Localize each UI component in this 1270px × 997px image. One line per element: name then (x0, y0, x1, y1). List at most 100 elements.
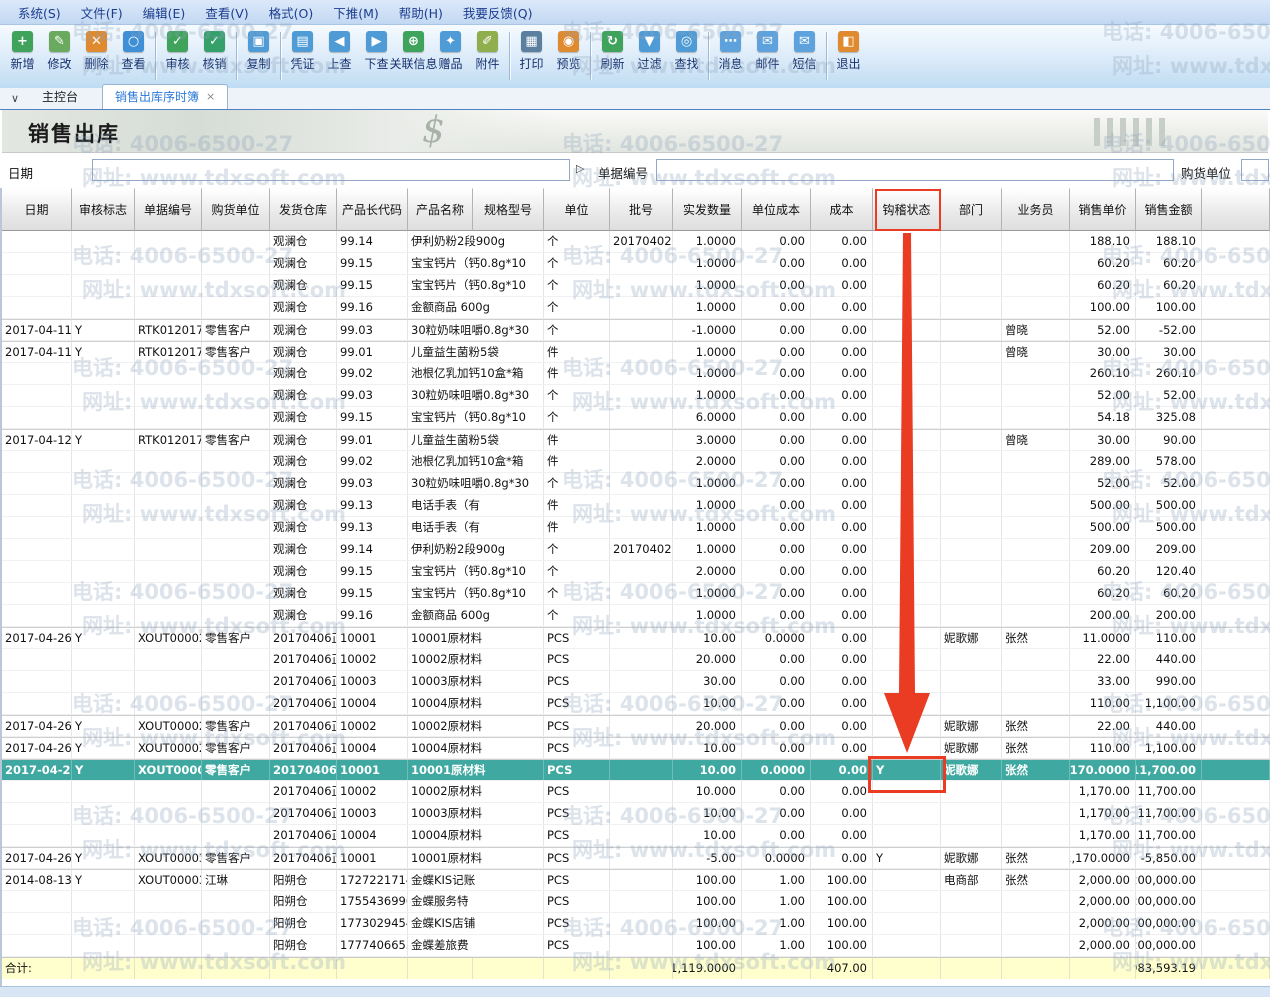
table-cell[interactable]: 500.00 (1136, 517, 1202, 538)
table-cell[interactable] (2, 517, 72, 538)
table-cell[interactable]: 观澜仓 (270, 561, 337, 582)
table-cell[interactable] (2, 649, 72, 670)
table-cell[interactable]: 张然 (1002, 760, 1070, 780)
table-cell[interactable]: 零售客户 (202, 320, 270, 340)
table-cell[interactable] (202, 649, 270, 670)
table-cell[interactable] (202, 253, 270, 274)
table-cell[interactable] (873, 716, 941, 736)
column-header[interactable]: 单据编号 (135, 188, 202, 231)
table-cell[interactable]: 2.0000 (673, 561, 742, 582)
table-cell[interactable]: 100.00 (673, 870, 742, 890)
table-cell[interactable] (1202, 803, 1270, 824)
table-cell[interactable] (1202, 605, 1270, 626)
table-cell[interactable]: 20170406正品 (270, 738, 337, 758)
table-cell[interactable]: 11.0000 (1070, 628, 1136, 648)
table-cell[interactable] (941, 891, 1002, 912)
table-cell[interactable]: 1.00 (742, 935, 811, 956)
table-cell[interactable]: 99.13 (337, 517, 408, 538)
table-cell[interactable] (473, 671, 544, 692)
table-cell[interactable]: 观澜仓 (270, 605, 337, 626)
table-cell[interactable] (135, 561, 202, 582)
table-cell[interactable]: 10004原材料 (408, 825, 473, 846)
table-cell[interactable] (135, 275, 202, 296)
table-cell[interactable]: 个 (544, 297, 610, 318)
table-cell[interactable]: 2017-04-11 (2, 342, 72, 362)
table-cell[interactable]: 电话手表（有 (408, 517, 473, 538)
table-cell[interactable]: 观澜仓 (270, 473, 337, 494)
table-cell[interactable]: XOUT000027 (135, 628, 202, 648)
table-cell[interactable]: 2,000.00 (1070, 870, 1136, 890)
menu-item[interactable]: 我要反馈(Q) (453, 1, 543, 24)
table-cell[interactable]: PCS (544, 716, 610, 736)
table-cell[interactable] (473, 825, 544, 846)
table-cell[interactable] (873, 738, 941, 758)
table-cell[interactable] (2, 451, 72, 472)
table-cell[interactable] (72, 803, 135, 824)
exit-button[interactable]: ◧退出 (830, 29, 867, 72)
table-cell[interactable] (135, 473, 202, 494)
table-cell[interactable]: 60.20 (1070, 253, 1136, 274)
table-cell[interactable]: 440.00 (1136, 649, 1202, 670)
table-cell[interactable]: 99.15 (337, 275, 408, 296)
table-cell[interactable] (1002, 385, 1070, 406)
column-header[interactable]: 部门 (941, 188, 1002, 231)
table-cell[interactable]: 20170406正品 (270, 649, 337, 670)
table-cell[interactable]: 0.00 (742, 671, 811, 692)
table-cell[interactable] (2, 407, 72, 428)
table-cell[interactable] (473, 693, 544, 714)
table-cell[interactable] (610, 649, 673, 670)
table-cell[interactable]: 观澜仓 (270, 430, 337, 450)
table-cell[interactable]: 电话手表（有 (408, 495, 473, 516)
table-cell[interactable]: 200,000.00 (1136, 913, 1202, 934)
table-cell[interactable]: 宝宝钙片（钙0.8g*10 (408, 583, 473, 604)
table-cell[interactable] (473, 781, 544, 802)
table-cell[interactable]: Y (72, 342, 135, 362)
table-cell[interactable] (1002, 561, 1070, 582)
table-cell[interactable] (1202, 407, 1270, 428)
table-cell[interactable]: 零售客户 (202, 430, 270, 450)
table-cell[interactable]: 个 (544, 275, 610, 296)
table-cell[interactable]: RTK01201704 (135, 320, 202, 340)
writeoff-check-button[interactable]: ✓核销 (196, 29, 233, 72)
table-cell[interactable]: 1.0000 (673, 539, 742, 560)
table-cell[interactable]: PCS (544, 671, 610, 692)
table-cell[interactable]: -5.00 (673, 848, 742, 868)
column-header[interactable] (1202, 188, 1270, 231)
table-cell[interactable]: 1,170.00 (1070, 781, 1136, 802)
table-cell[interactable]: 440.00 (1136, 716, 1202, 736)
table-cell[interactable]: 1.0000 (673, 583, 742, 604)
menu-item[interactable]: 编辑(E) (133, 1, 196, 24)
trash-button[interactable]: ✕删除 (78, 29, 115, 72)
table-cell[interactable]: 17272217141 (337, 870, 408, 890)
table-cell[interactable]: 209.00 (1070, 539, 1136, 560)
table-cell[interactable]: 妮歌娜 (941, 716, 1002, 736)
table-cell[interactable]: 1.0000 (673, 297, 742, 318)
table-row[interactable]: 观澜仓99.15宝宝钙片（钙0.8g*10个1.00000.000.0060.2… (2, 583, 1270, 605)
table-cell[interactable]: 0.00 (811, 583, 873, 604)
table-row[interactable]: 观澜仓99.14伊利奶粉2段900g个201704021.00000.000.0… (2, 539, 1270, 561)
table-cell[interactable] (72, 781, 135, 802)
table-cell[interactable]: 电商部 (941, 870, 1002, 890)
table-cell[interactable]: 20.000 (673, 716, 742, 736)
menu-item[interactable]: 查看(V) (195, 1, 258, 24)
table-cell[interactable]: PCS (544, 760, 610, 780)
table-cell[interactable]: 0.00 (811, 628, 873, 648)
table-cell[interactable]: 零售客户 (202, 628, 270, 648)
table-cell[interactable] (72, 825, 135, 846)
table-cell[interactable]: 20.000 (673, 649, 742, 670)
table-cell[interactable]: 52.00 (1136, 385, 1202, 406)
table-cell[interactable]: 阳朔仓 (270, 935, 337, 956)
table-cell[interactable]: 金蝶KIS店铺 (408, 913, 473, 934)
table-cell[interactable]: 江琳 (202, 870, 270, 890)
preview-button[interactable]: ◉预览 (550, 29, 587, 72)
table-cell[interactable] (1202, 275, 1270, 296)
table-cell[interactable] (1002, 495, 1070, 516)
table-row[interactable]: 2017-04-12YRTK01201704零售客户观澜仓99.01儿童益生菌粉… (2, 429, 1270, 451)
table-cell[interactable]: 0.00 (742, 803, 811, 824)
copy-button[interactable]: ▣复制 (240, 29, 277, 72)
table-cell[interactable] (202, 583, 270, 604)
table-cell[interactable] (1002, 253, 1070, 274)
table-cell[interactable]: 0.00 (811, 848, 873, 868)
column-header[interactable]: 单位成本 (742, 188, 811, 231)
table-cell[interactable] (610, 803, 673, 824)
